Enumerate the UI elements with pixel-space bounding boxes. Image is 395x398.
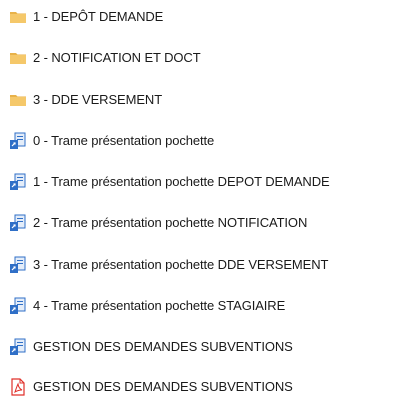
file-label: 0 - Trame présentation pochette <box>33 133 215 148</box>
file-item-doc-trame-0[interactable]: 0 - Trame présentation pochette <box>9 130 214 152</box>
file-item-doc-gestion-subventions[interactable]: GESTION DES DEMANDES SUBVENTIONS <box>9 336 293 358</box>
file-label: GESTION DES DEMANDES SUBVENTIONS <box>33 339 293 354</box>
document-shortcut-icon <box>9 214 27 232</box>
document-shortcut-icon <box>9 297 27 315</box>
document-shortcut-icon <box>9 132 27 150</box>
file-label: GESTION DES DEMANDES SUBVENTIONS <box>33 379 293 394</box>
document-shortcut-icon <box>9 338 27 356</box>
document-shortcut-icon <box>9 173 27 191</box>
file-list: 1 - DEPÔT DEMANDE 2 - NOTIFICATION ET DO… <box>0 0 395 398</box>
file-label: 2 - Trame présentation pochette NOTIFICA… <box>33 215 308 230</box>
folder-icon <box>9 91 27 109</box>
file-label: 1 - DEPÔT DEMANDE <box>33 9 164 24</box>
file-item-doc-trame-2[interactable]: 2 - Trame présentation pochette NOTIFICA… <box>9 212 307 234</box>
file-label: 1 - Trame présentation pochette DEPOT DE… <box>33 174 330 189</box>
file-item-doc-trame-3[interactable]: 3 - Trame présentation pochette DDE VERS… <box>9 254 328 276</box>
file-item-folder-depot-demande[interactable]: 1 - DEPÔT DEMANDE <box>9 6 163 28</box>
pdf-icon <box>9 378 27 396</box>
folder-icon <box>9 8 27 26</box>
file-label: 3 - Trame présentation pochette DDE VERS… <box>33 257 329 272</box>
file-item-folder-notification-et-doct[interactable]: 2 - NOTIFICATION ET DOCT <box>9 47 201 69</box>
folder-icon <box>9 49 27 67</box>
document-shortcut-icon <box>9 256 27 274</box>
file-item-doc-trame-4[interactable]: 4 - Trame présentation pochette STAGIAIR… <box>9 295 285 317</box>
file-item-pdf-gestion-subventions[interactable]: GESTION DES DEMANDES SUBVENTIONS <box>9 376 293 398</box>
file-label: 4 - Trame présentation pochette STAGIAIR… <box>33 298 286 313</box>
file-label: 2 - NOTIFICATION ET DOCT <box>33 50 201 65</box>
file-item-folder-dde-versement[interactable]: 3 - DDE VERSEMENT <box>9 89 162 111</box>
file-label: 3 - DDE VERSEMENT <box>33 92 163 107</box>
file-item-doc-trame-1[interactable]: 1 - Trame présentation pochette DEPOT DE… <box>9 171 330 193</box>
